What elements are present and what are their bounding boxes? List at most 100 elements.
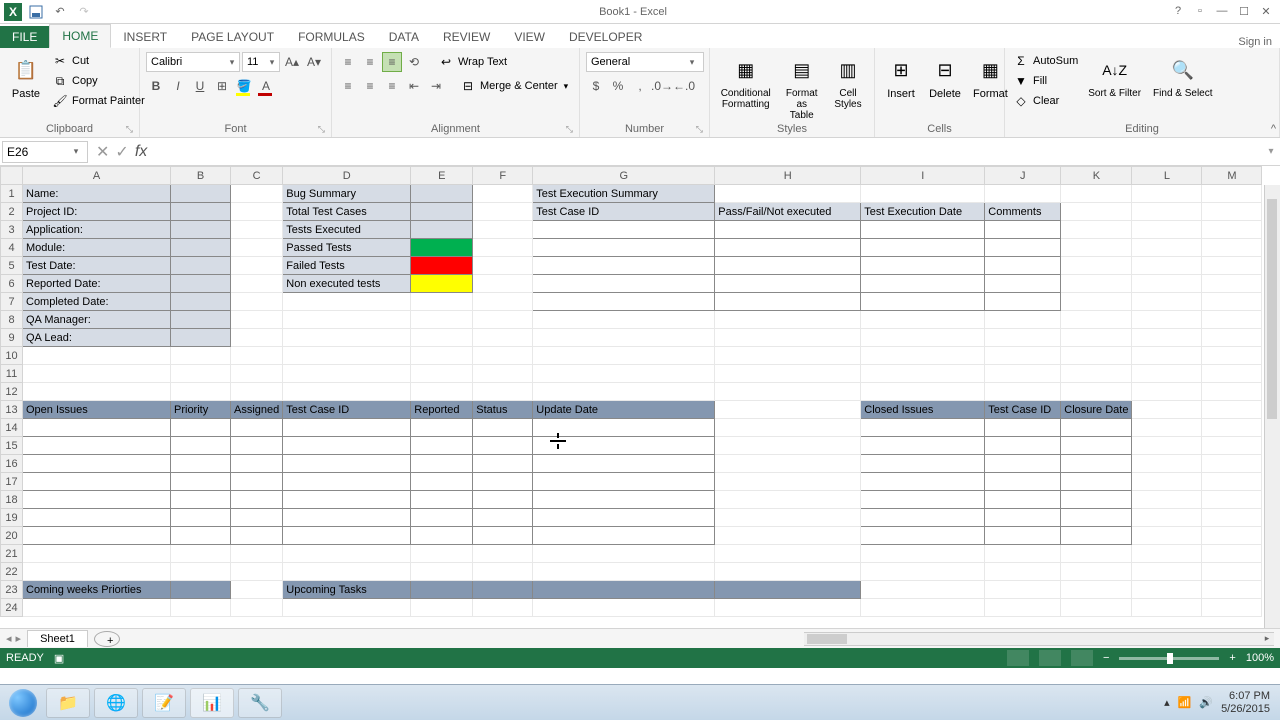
cell-D22[interactable]: [283, 563, 411, 581]
cancel-formula-icon[interactable]: ✕: [96, 142, 109, 162]
cell-L23[interactable]: [1132, 581, 1202, 599]
cell-A5[interactable]: Test Date:: [23, 257, 171, 275]
cell-G6[interactable]: [533, 275, 715, 293]
cell-E24[interactable]: [411, 599, 473, 617]
cell-C3[interactable]: [231, 221, 283, 239]
cell-M21[interactable]: [1202, 545, 1262, 563]
cell-K24[interactable]: [1061, 599, 1132, 617]
cell-J11[interactable]: [985, 365, 1061, 383]
cell-C22[interactable]: [231, 563, 283, 581]
cell-H17[interactable]: [715, 473, 861, 491]
cell-L19[interactable]: [1132, 509, 1202, 527]
cell-L4[interactable]: [1132, 239, 1202, 257]
row-header-7[interactable]: 7: [1, 293, 23, 311]
cell-K23[interactable]: [1061, 581, 1132, 599]
zoom-out-button[interactable]: −: [1103, 652, 1109, 664]
cell-A15[interactable]: [23, 437, 171, 455]
cell-H6[interactable]: [715, 275, 861, 293]
cell-D13[interactable]: Test Case ID: [283, 401, 411, 419]
start-button[interactable]: [4, 688, 42, 718]
cell-I1[interactable]: [861, 185, 985, 203]
cell-L1[interactable]: [1132, 185, 1202, 203]
enter-formula-icon[interactable]: ✓: [115, 142, 128, 162]
cell-J10[interactable]: [985, 347, 1061, 365]
cell-I24[interactable]: [861, 599, 985, 617]
cell-C2[interactable]: [231, 203, 283, 221]
row-header-17[interactable]: 17: [1, 473, 23, 491]
sign-in-link[interactable]: Sign in: [1238, 36, 1280, 48]
cell-D9[interactable]: [283, 329, 411, 347]
cell-M13[interactable]: [1202, 401, 1262, 419]
row-header-12[interactable]: 12: [1, 383, 23, 401]
cell-H16[interactable]: [715, 455, 861, 473]
cell-B13[interactable]: Priority: [171, 401, 231, 419]
col-header-K[interactable]: K: [1061, 167, 1132, 185]
cut-button[interactable]: ✂Cut: [50, 52, 147, 70]
cell-H23[interactable]: [715, 581, 861, 599]
cell-J1[interactable]: [985, 185, 1061, 203]
cell-I6[interactable]: [861, 275, 985, 293]
tab-developer[interactable]: DEVELOPER: [557, 26, 654, 48]
cell-L11[interactable]: [1132, 365, 1202, 383]
row-header-3[interactable]: 3: [1, 221, 23, 239]
task-explorer[interactable]: 📁: [46, 688, 90, 718]
cell-J2[interactable]: Comments: [985, 203, 1061, 221]
cell-D10[interactable]: [283, 347, 411, 365]
cell-M20[interactable]: [1202, 527, 1262, 545]
increase-indent-button[interactable]: ⇥: [426, 76, 446, 96]
cell-E21[interactable]: [411, 545, 473, 563]
cell-M5[interactable]: [1202, 257, 1262, 275]
font-size-combo[interactable]: ▾: [242, 52, 280, 72]
cell-G13[interactable]: Update Date: [533, 401, 715, 419]
cell-A14[interactable]: [23, 419, 171, 437]
cell-L16[interactable]: [1132, 455, 1202, 473]
row-header-13[interactable]: 13: [1, 401, 23, 419]
cell-K10[interactable]: [1061, 347, 1132, 365]
task-excel[interactable]: 📊: [190, 688, 234, 718]
undo-button[interactable]: ↶: [50, 2, 70, 22]
cell-I23[interactable]: [861, 581, 985, 599]
cell-I11[interactable]: [861, 365, 985, 383]
cell-K18[interactable]: [1061, 491, 1132, 509]
align-left-button[interactable]: ≡: [338, 76, 358, 96]
cell-A2[interactable]: Project ID:: [23, 203, 171, 221]
cell-M22[interactable]: [1202, 563, 1262, 581]
page-layout-view-button[interactable]: [1039, 650, 1061, 666]
cell-F6[interactable]: [473, 275, 533, 293]
cell-C15[interactable]: [231, 437, 283, 455]
cell-L6[interactable]: [1132, 275, 1202, 293]
col-header-A[interactable]: A: [23, 167, 171, 185]
cell-G11[interactable]: [533, 365, 715, 383]
cell-K9[interactable]: [1061, 329, 1132, 347]
cell-K7[interactable]: [1061, 293, 1132, 311]
cell-A11[interactable]: [23, 365, 171, 383]
horizontal-scrollbar[interactable]: ◂▸: [804, 632, 1274, 646]
cell-L18[interactable]: [1132, 491, 1202, 509]
cell-A9[interactable]: QA Lead:: [23, 329, 171, 347]
row-header-6[interactable]: 6: [1, 275, 23, 293]
cell-F1[interactable]: [473, 185, 533, 203]
cell-I19[interactable]: [861, 509, 985, 527]
cell-B24[interactable]: [171, 599, 231, 617]
cell-G7[interactable]: [533, 293, 715, 311]
cell-H22[interactable]: [715, 563, 861, 581]
cell-J15[interactable]: [985, 437, 1061, 455]
save-qat-button[interactable]: [26, 2, 46, 22]
cell-I12[interactable]: [861, 383, 985, 401]
fx-icon[interactable]: fx: [135, 143, 147, 161]
cell-B21[interactable]: [171, 545, 231, 563]
merge-center-button[interactable]: ⊟Merge & Center▾: [458, 77, 570, 95]
cell-J13[interactable]: Test Case ID: [985, 401, 1061, 419]
cell-K14[interactable]: [1061, 419, 1132, 437]
cell-I4[interactable]: [861, 239, 985, 257]
font-color-button[interactable]: A: [256, 76, 276, 96]
minimize-button[interactable]: —: [1212, 5, 1232, 18]
cell-C8[interactable]: [231, 311, 283, 329]
cell-D16[interactable]: [283, 455, 411, 473]
col-header-E[interactable]: E: [411, 167, 473, 185]
tray-volume-icon[interactable]: 🔊: [1199, 696, 1213, 709]
cell-E10[interactable]: [411, 347, 473, 365]
cell-L7[interactable]: [1132, 293, 1202, 311]
cell-I21[interactable]: [861, 545, 985, 563]
cell-F11[interactable]: [473, 365, 533, 383]
